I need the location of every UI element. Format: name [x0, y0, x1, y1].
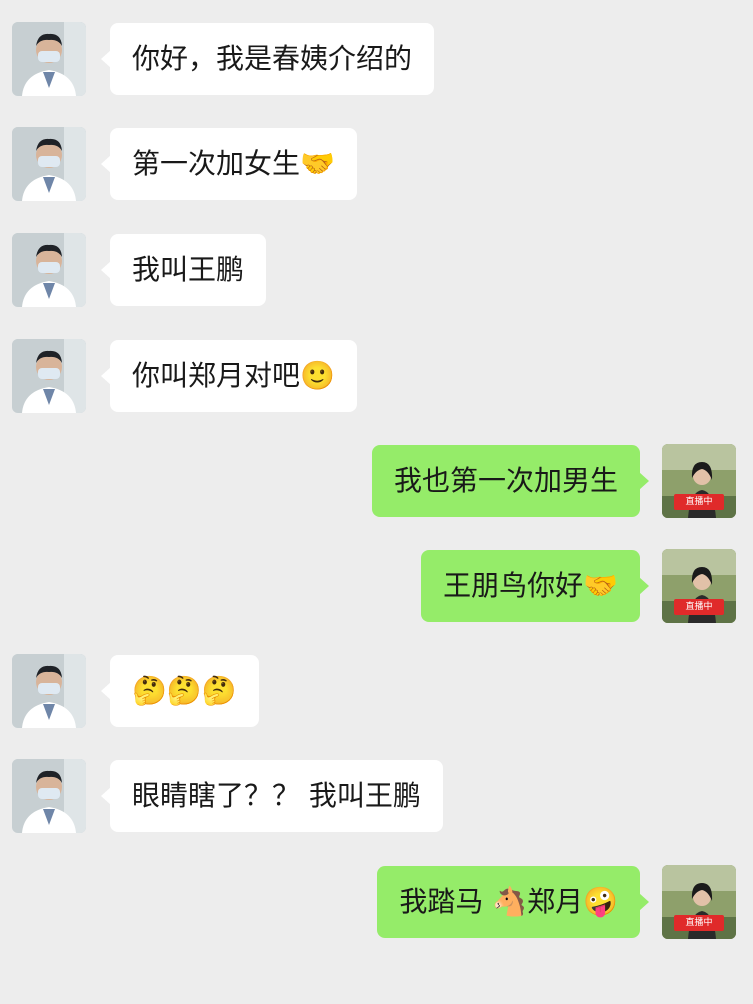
incoming-message-bubble[interactable]: 我叫王鹏: [100, 234, 267, 306]
outgoing-message-bubble[interactable]: 我踏马 🐴郑月🤪: [377, 866, 649, 938]
doctor-avatar-icon[interactable]: [12, 339, 86, 413]
incoming-message-bubble[interactable]: 🤔🤔🤔: [101, 655, 259, 727]
doctor-avatar-icon[interactable]: [12, 127, 86, 201]
message-row: 我叫王鹏: [0, 233, 753, 309]
live-badge: 直播中: [674, 599, 724, 615]
girl-avatar-icon[interactable]: 直播中: [662, 865, 736, 939]
doctor-avatar-icon[interactable]: [12, 233, 86, 307]
outgoing-message-bubble[interactable]: 我也第一次加男生: [371, 445, 650, 517]
doctor-avatar-icon[interactable]: [12, 22, 86, 96]
incoming-message-bubble[interactable]: 眼睛瞎了？？ 我叫王鹏: [101, 760, 443, 832]
girl-avatar-icon[interactable]: 直播中: [662, 549, 736, 623]
incoming-message-bubble[interactable]: 第一次加女生🤝: [101, 128, 357, 200]
girl-avatar-icon[interactable]: 直播中: [662, 444, 736, 518]
message-row: 你好，我是春姨介绍的: [0, 22, 753, 98]
message-row: 我也第一次加男生 直播中: [0, 444, 753, 520]
message-row: 你叫郑月对吧🙂: [0, 339, 753, 415]
message-row: 🤔🤔🤔: [0, 654, 753, 730]
live-badge: 直播中: [674, 915, 724, 931]
doctor-avatar-icon[interactable]: [12, 654, 86, 728]
outgoing-message-bubble[interactable]: 王朋鸟你好🤝: [421, 550, 649, 622]
incoming-message-bubble[interactable]: 你好，我是春姨介绍的: [100, 23, 435, 95]
chat-view: 你好，我是春姨介绍的 第一次加女生🤝 我叫王鹏 你叫郑月对吧🙂 我也第一次加男生…: [0, 0, 753, 1004]
message-row: 我踏马 🐴郑月🤪 直播中: [0, 865, 753, 941]
incoming-message-bubble[interactable]: 你叫郑月对吧🙂: [101, 340, 357, 412]
message-row: 眼睛瞎了？？ 我叫王鹏: [0, 759, 753, 835]
message-row: 第一次加女生🤝: [0, 127, 753, 203]
live-badge: 直播中: [674, 494, 724, 510]
message-row: 王朋鸟你好🤝 直播中: [0, 549, 753, 625]
doctor-avatar-icon[interactable]: [12, 759, 86, 833]
